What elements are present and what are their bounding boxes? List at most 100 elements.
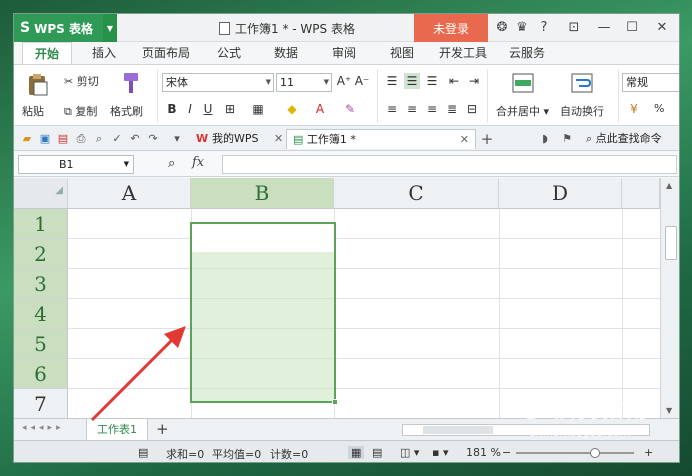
skin-icon[interactable]: ❂ [494, 20, 510, 36]
percent-button[interactable]: % [654, 102, 664, 115]
currency-icon[interactable]: ¥ [626, 101, 642, 117]
normal-view-icon[interactable]: ▦ [348, 446, 365, 459]
zoom-out-icon[interactable]: − [502, 446, 511, 459]
italic-icon[interactable]: I [182, 101, 198, 117]
merge-center-button[interactable]: 合并居中 ▾ [496, 103, 549, 119]
page-break-view-icon[interactable]: ▤ [372, 446, 382, 459]
close-tab-icon[interactable]: ✕ [274, 132, 283, 145]
row-header-5[interactable]: 5 [14, 329, 68, 359]
tab-my-wps[interactable]: W 我的WPS ✕ [190, 129, 289, 149]
app-menu-button[interactable]: S WPS 表格 ▼ [14, 14, 117, 42]
minimize-icon[interactable]: — [596, 20, 612, 36]
undo-icon[interactable]: ↶ [128, 132, 142, 146]
restore-window-icon[interactable]: ⊡ [566, 20, 582, 36]
close-icon[interactable]: ✕ [654, 20, 670, 36]
increase-font-icon[interactable]: A⁺ [336, 73, 352, 89]
export-pdf-icon[interactable]: ▤ [56, 132, 70, 146]
column-header-d[interactable]: D [499, 178, 622, 209]
align-right-icon[interactable]: ≡ [424, 101, 440, 117]
row-header-6[interactable]: 6 [14, 359, 68, 389]
scroll-up-icon[interactable]: ▲ [666, 181, 672, 190]
paste-icon[interactable] [26, 73, 50, 97]
font-color-icon[interactable]: A [312, 101, 328, 117]
column-header-e[interactable] [622, 178, 660, 209]
align-left-icon[interactable]: ≡ [384, 101, 400, 117]
tab-developer[interactable]: 开发工具 [439, 42, 487, 64]
shirt-icon[interactable]: ♛ [514, 20, 530, 36]
zoom-level[interactable]: 181 % [466, 446, 501, 459]
number-format-combo[interactable]: 常规 [622, 73, 679, 92]
tab-review[interactable]: 审阅 [332, 42, 356, 64]
row-header-3[interactable]: 3 [14, 269, 68, 299]
chevron-down-icon[interactable]: ▼ [124, 156, 129, 173]
font-name-combo[interactable]: 宋体 ▼ [162, 73, 274, 92]
flag-icon[interactable]: ⚑ [560, 132, 574, 146]
tab-home[interactable]: 开始 [22, 42, 73, 64]
bold-icon[interactable]: B [164, 101, 180, 117]
app-menu-arrow-icon[interactable]: ▼ [103, 14, 117, 42]
copy-button[interactable]: ⧉ 复制 [64, 103, 97, 119]
zoom-search-icon[interactable]: ⌕ [168, 156, 175, 171]
fill-handle[interactable] [332, 399, 338, 405]
column-header-a[interactable]: A [68, 178, 191, 209]
row-header-1[interactable]: 1 [14, 209, 68, 239]
select-all-corner[interactable]: ◢ [14, 178, 68, 209]
format-painter-button[interactable]: 格式刷 [110, 103, 143, 119]
print-icon[interactable]: ⎙ [74, 132, 88, 146]
clear-format-icon[interactable]: ✎ [342, 101, 358, 117]
tab-formulas[interactable]: 公式 [217, 42, 241, 64]
row-header-2[interactable]: 2 [14, 239, 68, 269]
add-sheet-button[interactable]: + [156, 420, 169, 438]
tab-cloud[interactable]: 云服务 [509, 42, 545, 64]
underline-icon[interactable]: U [200, 101, 216, 117]
selected-range-b1-b6[interactable] [190, 222, 338, 405]
tab-data[interactable]: 数据 [274, 42, 298, 64]
chevron-down-icon[interactable]: ▼ [324, 74, 329, 91]
print-preview-icon[interactable]: ⌕ [92, 132, 106, 146]
align-top-icon[interactable]: ☰ [384, 73, 400, 89]
wrap-text-button[interactable]: 自动换行 [560, 103, 604, 119]
border-icon[interactable]: ⊞ [222, 101, 238, 117]
row-header-7[interactable]: 7 [14, 389, 68, 418]
formula-input[interactable] [222, 155, 677, 174]
column-header-b[interactable]: B [191, 178, 334, 209]
sheet-tab-active[interactable]: 工作表1 [86, 419, 148, 441]
command-search[interactable]: ⌕ 点此查找命令 [580, 129, 668, 149]
tab-view[interactable]: 视图 [390, 42, 414, 64]
d-icon[interactable]: ◗ [538, 132, 552, 146]
paste-button[interactable]: 粘贴 [22, 103, 44, 119]
font-size-combo[interactable]: 11 ▼ [276, 73, 332, 92]
horizontal-scrollbar-thumb[interactable] [423, 426, 493, 434]
column-header-c[interactable]: C [334, 178, 499, 209]
name-box[interactable]: B1 ▼ [18, 155, 134, 174]
reading-view-icon[interactable]: ▪ ▾ [432, 446, 448, 459]
tab-insert[interactable]: 插入 [92, 42, 116, 64]
customize-icon[interactable]: ▾ [170, 132, 184, 146]
align-middle-icon[interactable]: ☰ [404, 73, 420, 89]
save-icon[interactable]: ▣ [38, 132, 52, 146]
new-tab-icon[interactable]: + [480, 132, 494, 147]
tab-workbook1[interactable]: ▤ 工作簿1 * ✕ [286, 129, 476, 149]
align-center-icon[interactable]: ≡ [404, 101, 420, 117]
login-button[interactable]: 未登录 [414, 14, 488, 42]
distribute-icon[interactable]: ⊟ [464, 101, 480, 117]
fx-icon[interactable]: fx [192, 155, 204, 170]
row-header-4[interactable]: 4 [14, 299, 68, 329]
redo-icon[interactable]: ↷ [146, 132, 160, 146]
cell-style-icon[interactable]: ▦ [250, 101, 266, 117]
open-folder-icon[interactable]: ▰ [20, 132, 34, 146]
sheet-nav-icon[interactable]: ◂◂◂▸▸ [22, 423, 65, 433]
spellcheck-icon[interactable]: ✓ [110, 132, 124, 146]
close-tab-icon[interactable]: ✕ [460, 130, 469, 150]
scrollbar-thumb[interactable] [665, 226, 677, 260]
chevron-down-icon[interactable]: ▼ [266, 74, 271, 91]
merge-center-icon[interactable] [511, 71, 535, 95]
align-bottom-icon[interactable]: ☰ [424, 73, 440, 89]
tab-page-layout[interactable]: 页面布局 [142, 42, 190, 64]
cut-button[interactable]: ✂ 剪切 [64, 73, 99, 89]
vertical-scrollbar[interactable]: ▲ ▼ [660, 178, 679, 418]
format-painter-icon[interactable] [118, 71, 142, 95]
wrap-text-icon[interactable] [570, 71, 594, 95]
fill-color-icon[interactable]: ◆ [284, 101, 300, 117]
help-icon[interactable]: ? [536, 20, 552, 36]
